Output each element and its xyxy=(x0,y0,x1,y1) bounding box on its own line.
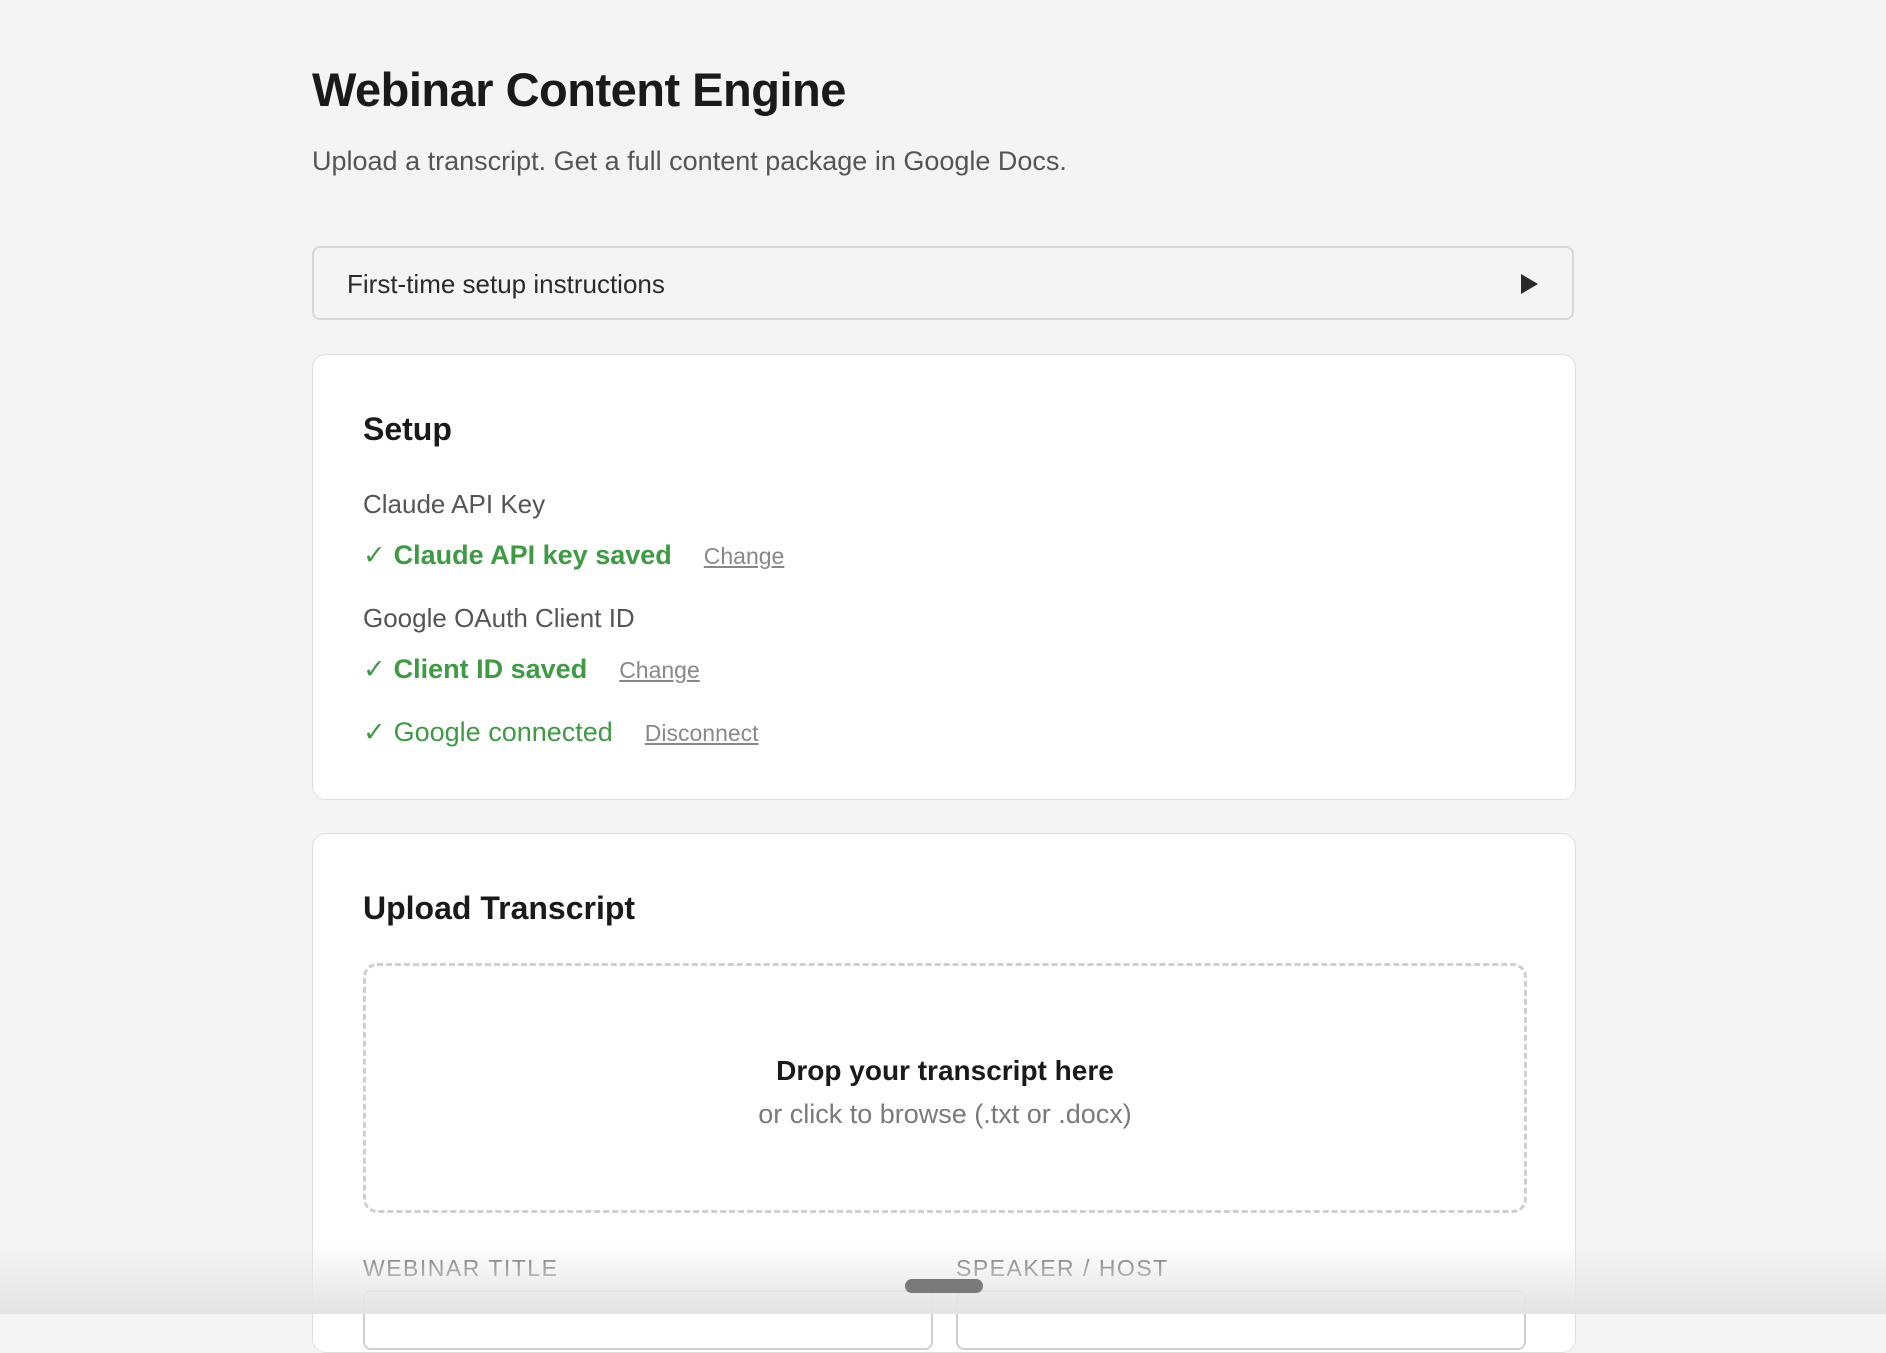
play-triangle-icon xyxy=(1521,274,1538,294)
setup-instructions-label: First-time setup instructions xyxy=(347,269,665,299)
client-id-status: Client ID saved xyxy=(393,654,588,684)
webinar-title-input[interactable] xyxy=(363,1290,933,1350)
dropzone-subtitle: or click to browse (.txt or .docx) xyxy=(758,1099,1132,1129)
api-key-status: Claude API key saved xyxy=(393,540,672,570)
setup-title: Setup xyxy=(363,411,452,447)
change-client-id-link[interactable]: Change xyxy=(619,654,700,686)
api-key-label: Claude API Key xyxy=(363,489,546,519)
upload-title: Upload Transcript xyxy=(363,890,636,926)
disconnect-google-link[interactable]: Disconnect xyxy=(645,717,759,749)
speaker-input[interactable] xyxy=(956,1290,1526,1350)
scroll-handle[interactable] xyxy=(905,1279,983,1293)
check-icon: ✓ xyxy=(363,717,386,747)
google-status-row: ✓ Google connected Disconnect xyxy=(363,716,759,749)
webinar-title-label: WEBINAR TITLE xyxy=(363,1255,559,1281)
setup-card: Setup Claude API Key ✓ Claude API key sa… xyxy=(312,354,1576,800)
check-icon: ✓ xyxy=(363,654,386,684)
client-id-status-row: ✓ Client ID saved Change xyxy=(363,653,700,686)
upload-card: Upload Transcript Drop your transcript h… xyxy=(312,833,1576,1353)
google-connected-status: Google connected xyxy=(393,717,613,747)
setup-instructions-toggle[interactable]: First-time setup instructions xyxy=(312,246,1574,320)
transcript-dropzone[interactable]: Drop your transcript here or click to br… xyxy=(363,963,1527,1213)
speaker-label: SPEAKER / HOST xyxy=(956,1255,1169,1281)
client-id-label: Google OAuth Client ID xyxy=(363,603,635,633)
page-title: Webinar Content Engine xyxy=(312,63,846,116)
change-api-key-link[interactable]: Change xyxy=(704,540,785,572)
page-subtitle: Upload a transcript. Get a full content … xyxy=(312,146,1067,176)
check-icon: ✓ xyxy=(363,540,386,570)
dropzone-title: Drop your transcript here xyxy=(776,1055,1114,1086)
api-key-status-row: ✓ Claude API key saved Change xyxy=(363,539,784,572)
